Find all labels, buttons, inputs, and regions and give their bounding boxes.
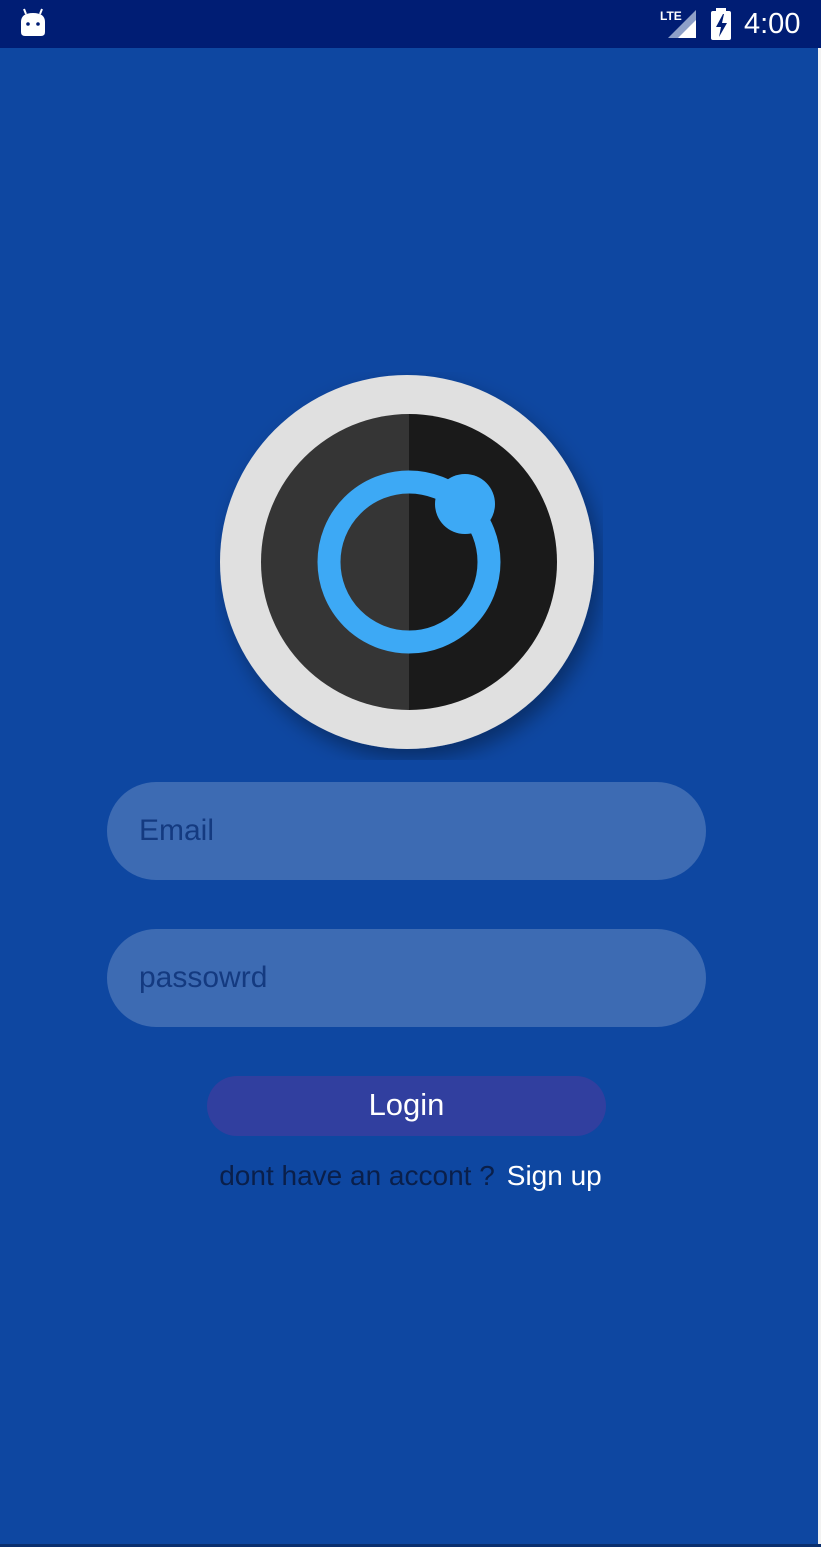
status-time: 4:00 — [744, 8, 801, 40]
camera-lens-logo — [220, 375, 594, 749]
login-button[interactable]: Login — [207, 1076, 606, 1136]
email-field-container — [107, 782, 706, 880]
lte-label: LTE — [660, 9, 682, 23]
signup-link[interactable]: Sign up — [507, 1160, 602, 1191]
battery-charging-icon — [711, 8, 731, 40]
password-field-container — [107, 929, 706, 1027]
email-input[interactable] — [107, 782, 706, 880]
signup-prompt-text: dont have an accont ? — [219, 1160, 495, 1191]
password-input[interactable] — [107, 929, 706, 1027]
logo-accent-dot — [435, 474, 495, 534]
lte-signal-icon: LTE — [660, 9, 696, 38]
signup-row: dont have an accont ? Sign up — [0, 1158, 821, 1194]
status-bar: LTE 4:00 — [0, 0, 821, 48]
android-icon — [21, 8, 45, 36]
